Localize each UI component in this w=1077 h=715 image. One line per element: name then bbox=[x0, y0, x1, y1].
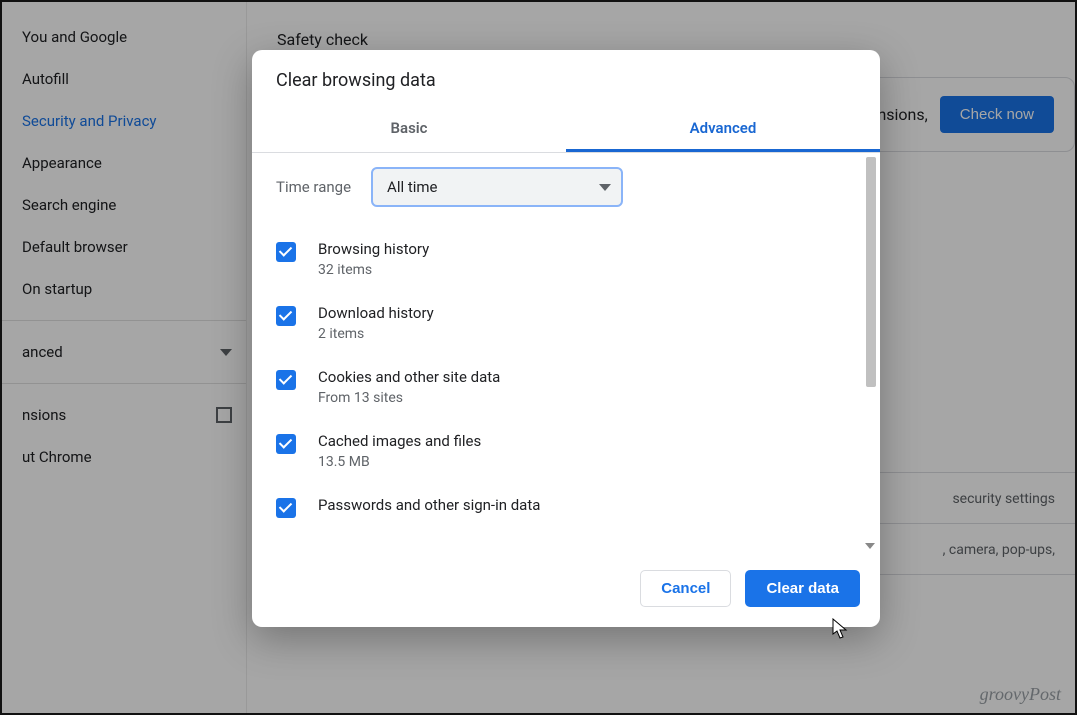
option-title: Cached images and files bbox=[318, 432, 481, 450]
option-title: Download history bbox=[318, 304, 434, 322]
checkbox-passwords[interactable] bbox=[276, 498, 296, 518]
option-subtitle: 32 items bbox=[318, 262, 429, 278]
dialog-tabs: Basic Advanced bbox=[252, 105, 880, 153]
clear-browsing-data-dialog: Clear browsing data Basic Advanced Time … bbox=[252, 50, 880, 627]
option-subtitle: 2 items bbox=[318, 326, 434, 342]
option-title: Cookies and other site data bbox=[318, 368, 500, 386]
option-row: Download history 2 items bbox=[276, 291, 856, 355]
time-range-value: All time bbox=[387, 178, 437, 196]
checkbox-cached-images[interactable] bbox=[276, 434, 296, 454]
vertical-scrollbar[interactable] bbox=[864, 153, 878, 551]
time-range-label: Time range bbox=[276, 178, 351, 196]
dialog-title: Clear browsing data bbox=[252, 50, 880, 105]
option-subtitle: 13.5 MB bbox=[318, 454, 481, 470]
dialog-scroll-area: Time range All time Browsing history 32 … bbox=[252, 153, 880, 551]
checkbox-download-history[interactable] bbox=[276, 306, 296, 326]
option-row: Cached images and files 13.5 MB bbox=[276, 419, 856, 483]
time-range-select[interactable]: All time bbox=[371, 167, 623, 207]
option-title: Passwords and other sign-in data bbox=[318, 496, 540, 514]
option-subtitle: From 13 sites bbox=[318, 390, 500, 406]
scroll-down-icon[interactable] bbox=[865, 543, 875, 549]
option-title: Browsing history bbox=[318, 240, 429, 258]
chevron-down-icon bbox=[599, 184, 611, 191]
tab-basic[interactable]: Basic bbox=[252, 105, 566, 152]
cancel-button[interactable]: Cancel bbox=[640, 570, 731, 607]
option-row: Cookies and other site data From 13 site… bbox=[276, 355, 856, 419]
checkbox-cookies[interactable] bbox=[276, 370, 296, 390]
dialog-footer: Cancel Clear data bbox=[252, 551, 880, 627]
checkbox-browsing-history[interactable] bbox=[276, 242, 296, 262]
tab-advanced[interactable]: Advanced bbox=[566, 105, 880, 152]
option-row: Browsing history 32 items bbox=[276, 227, 856, 291]
option-row: Passwords and other sign-in data bbox=[276, 483, 856, 518]
scrollbar-thumb[interactable] bbox=[866, 157, 876, 387]
clear-data-button[interactable]: Clear data bbox=[745, 570, 860, 607]
